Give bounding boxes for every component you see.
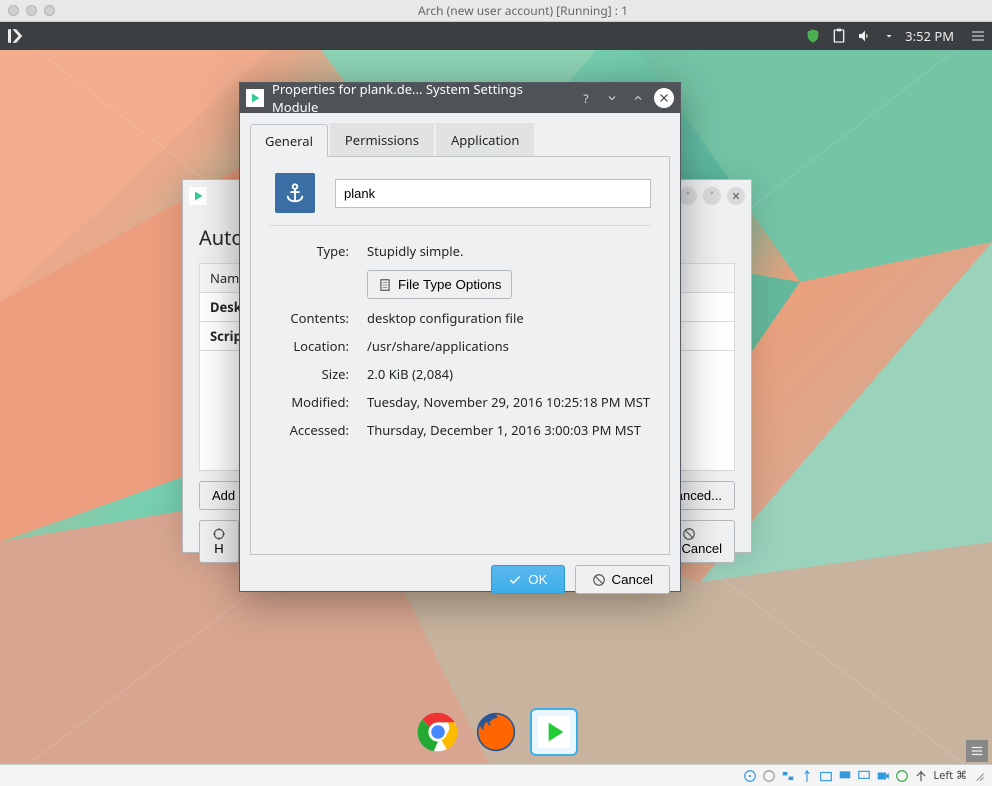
- tab-permissions[interactable]: Permissions: [330, 123, 434, 156]
- mouse-integration-icon[interactable]: [914, 769, 928, 783]
- file-icon-button[interactable]: [275, 173, 315, 213]
- shield-icon[interactable]: [805, 28, 821, 44]
- host-titlebar: Arch (new user account) [Running] : 1: [0, 0, 992, 22]
- host-key-label: Left ⌘: [933, 768, 967, 783]
- desktop: 3:52 PM ˄ ˅ ✕ Auto Name Deskt Script: [0, 22, 992, 786]
- host-window-title: Arch (new user account) [Running] : 1: [62, 2, 984, 19]
- accessed-value: Thursday, December 1, 2016 3:00:03 PM MS…: [367, 421, 651, 439]
- autostart-maximize-button[interactable]: ˅: [703, 187, 721, 205]
- host-close-dot[interactable]: [8, 5, 19, 16]
- settings-app-icon: [189, 187, 207, 205]
- check-icon: [508, 573, 522, 587]
- properties-dialog: Properties for plank.de... System Settin…: [239, 82, 681, 592]
- kde-logo-icon: [5, 27, 23, 45]
- cancel-icon: [682, 527, 696, 541]
- close-icon: [658, 92, 670, 104]
- autostart-close-button[interactable]: ✕: [727, 187, 745, 205]
- system-tray: 3:52 PM: [795, 27, 964, 45]
- ok-button[interactable]: OK: [491, 565, 564, 594]
- hamburger-icon: [970, 28, 986, 44]
- tray-expand-icon[interactable]: [883, 30, 895, 42]
- crosshair-icon: [212, 527, 226, 541]
- document-icon: [378, 278, 392, 292]
- modified-label: Modified:: [269, 393, 349, 411]
- usb-icon[interactable]: [800, 769, 814, 783]
- help-button[interactable]: H: [199, 520, 239, 563]
- application-launcher-button[interactable]: [0, 22, 28, 50]
- modified-value: Tuesday, November 29, 2016 10:25:18 PM M…: [367, 393, 651, 411]
- cancel-button[interactable]: Cancel: [575, 565, 671, 594]
- contents-label: Contents:: [269, 309, 349, 327]
- properties-titlebar[interactable]: Properties for plank.de... System Settin…: [240, 83, 680, 113]
- general-tab-pane: Type: Stupidly simple. File Type Options…: [250, 157, 670, 555]
- dock-chrome[interactable]: [414, 708, 462, 756]
- dock-settings-button[interactable]: [966, 740, 988, 762]
- vm-status-bar: Left ⌘: [0, 764, 992, 786]
- video-icon[interactable]: [876, 769, 890, 783]
- separator: [269, 225, 651, 226]
- file-name-input[interactable]: [335, 179, 651, 208]
- network-icon[interactable]: [781, 769, 795, 783]
- dock-systemsettings[interactable]: [530, 708, 578, 756]
- host-zoom-dot[interactable]: [44, 5, 55, 16]
- resize-grip-icon[interactable]: [972, 769, 986, 783]
- tab-general[interactable]: General: [250, 124, 328, 157]
- volume-icon[interactable]: [857, 28, 873, 44]
- hamburger-icon: [970, 744, 984, 758]
- top-panel: 3:52 PM: [0, 22, 992, 50]
- keep-above-button[interactable]: [602, 88, 622, 108]
- play-icon: [538, 716, 570, 748]
- close-button[interactable]: [654, 88, 674, 108]
- chevron-up-icon: [632, 92, 644, 104]
- panel-menu-button[interactable]: [964, 28, 992, 44]
- location-value: /usr/share/applications: [367, 337, 651, 355]
- dock: [414, 708, 578, 756]
- location-label: Location:: [269, 337, 349, 355]
- cancel-icon: [592, 573, 606, 587]
- firefox-icon: [475, 711, 517, 753]
- chrome-icon: [417, 711, 459, 753]
- seamless-icon[interactable]: [895, 769, 909, 783]
- autostart-minimize-button[interactable]: ˄: [679, 187, 697, 205]
- chevron-down-icon: [606, 92, 618, 104]
- help-button[interactable]: ?: [576, 88, 596, 108]
- host-minimize-dot[interactable]: [26, 5, 37, 16]
- dock-firefox[interactable]: [472, 708, 520, 756]
- clipboard-icon[interactable]: [831, 28, 847, 44]
- cd-icon[interactable]: [762, 769, 776, 783]
- tab-application[interactable]: Application: [436, 123, 534, 156]
- type-label: Type:: [269, 242, 349, 260]
- size-value: 2.0 KiB (2,084): [367, 365, 651, 383]
- minimize-button[interactable]: [628, 88, 648, 108]
- size-label: Size:: [269, 365, 349, 383]
- anchor-icon: [284, 182, 306, 204]
- settings-app-icon: [246, 89, 264, 107]
- accessed-label: Accessed:: [269, 421, 349, 439]
- panel-clock[interactable]: 3:52 PM: [905, 27, 954, 45]
- display2-icon[interactable]: [857, 769, 871, 783]
- properties-tabs: General Permissions Application: [250, 123, 670, 157]
- properties-title: Properties for plank.de... System Settin…: [272, 80, 568, 116]
- contents-value: desktop configuration file: [367, 309, 651, 327]
- display-icon[interactable]: [838, 769, 852, 783]
- disk-icon[interactable]: [743, 769, 757, 783]
- shared-folder-icon[interactable]: [819, 769, 833, 783]
- type-value: Stupidly simple.: [367, 242, 651, 260]
- dialog-footer: OK Cancel: [240, 565, 680, 604]
- file-type-options-button[interactable]: File Type Options: [367, 270, 512, 299]
